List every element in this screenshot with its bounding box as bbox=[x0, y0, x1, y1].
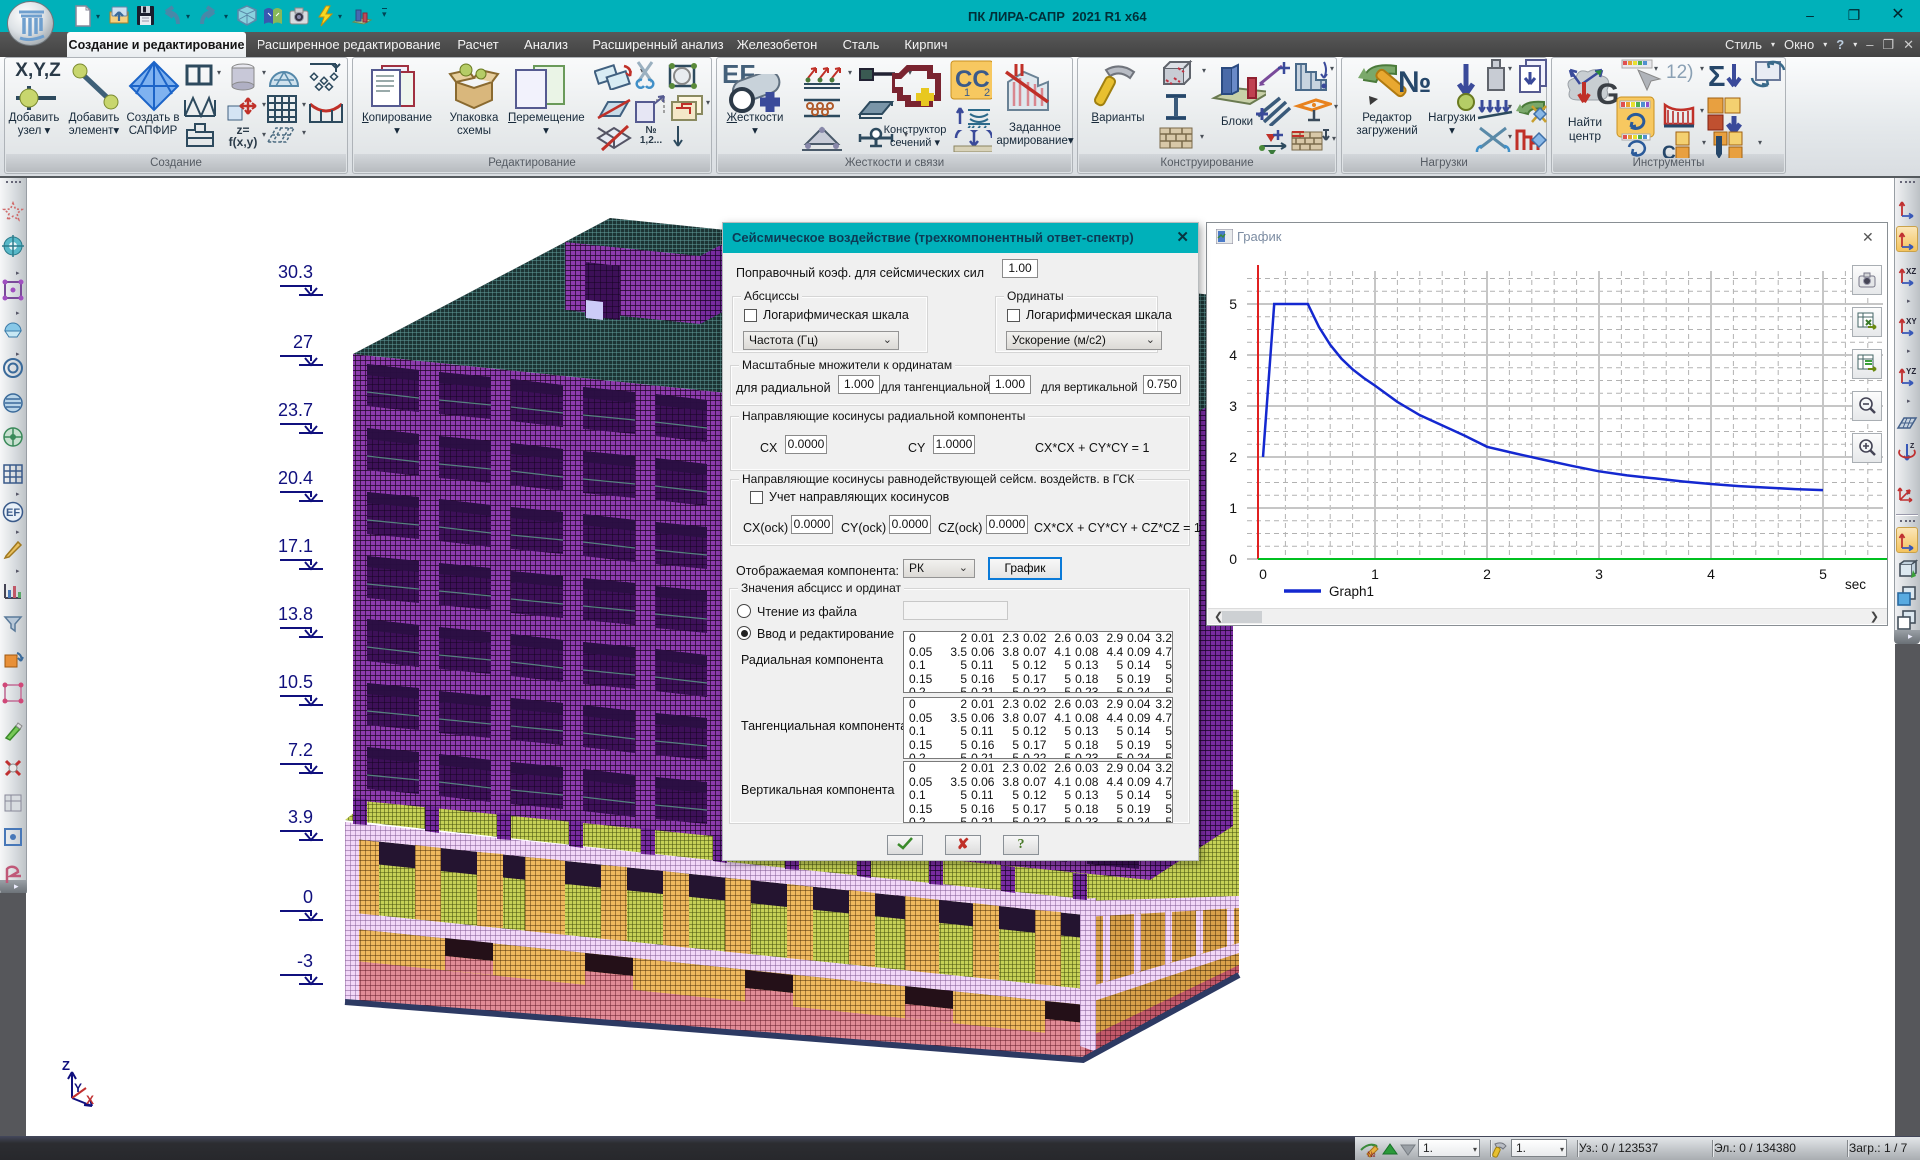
svg-text:7.2: 7.2 bbox=[288, 740, 313, 760]
svg-text:0: 0 bbox=[1259, 566, 1267, 582]
svg-text:5: 5 bbox=[1229, 296, 1237, 312]
svg-text:0: 0 bbox=[1229, 551, 1237, 567]
svg-text:Y: Y bbox=[74, 1081, 82, 1095]
svg-text:20.4: 20.4 bbox=[278, 468, 313, 488]
svg-text:X: X bbox=[86, 1093, 94, 1107]
svg-text:Graph1: Graph1 bbox=[1329, 584, 1374, 599]
svg-text:4: 4 bbox=[1229, 347, 1237, 363]
svg-text:3: 3 bbox=[1595, 566, 1603, 582]
svg-text:EF: EF bbox=[6, 507, 20, 519]
svg-text:1: 1 bbox=[1371, 566, 1379, 582]
svg-text:2: 2 bbox=[1229, 449, 1237, 465]
svg-text:5: 5 bbox=[1819, 566, 1827, 582]
svg-text:4: 4 bbox=[1707, 566, 1715, 582]
svg-text:23.7: 23.7 bbox=[278, 400, 313, 420]
svg-text:Z: Z bbox=[62, 1058, 70, 1073]
svg-text:3.9: 3.9 bbox=[288, 807, 313, 827]
svg-text:10.5: 10.5 bbox=[278, 672, 313, 692]
svg-text:XY: XY bbox=[1906, 317, 1917, 326]
svg-text:sec: sec bbox=[1845, 577, 1866, 592]
svg-text:17.1: 17.1 bbox=[278, 536, 313, 556]
svg-text:2: 2 bbox=[1483, 566, 1491, 582]
svg-text:YZ: YZ bbox=[1906, 367, 1916, 376]
svg-text:27: 27 bbox=[293, 332, 313, 352]
svg-text:1: 1 bbox=[1229, 500, 1237, 516]
svg-text:30.3: 30.3 bbox=[278, 262, 313, 282]
svg-text:XZ: XZ bbox=[1906, 267, 1916, 276]
svg-text:13.8: 13.8 bbox=[278, 604, 313, 624]
svg-text:Z: Z bbox=[1910, 443, 1915, 450]
svg-text:-3: -3 bbox=[297, 951, 313, 971]
svg-text:3: 3 bbox=[1229, 398, 1237, 414]
svg-text:0: 0 bbox=[303, 887, 313, 907]
svg-text:№: № bbox=[1367, 1150, 1376, 1158]
